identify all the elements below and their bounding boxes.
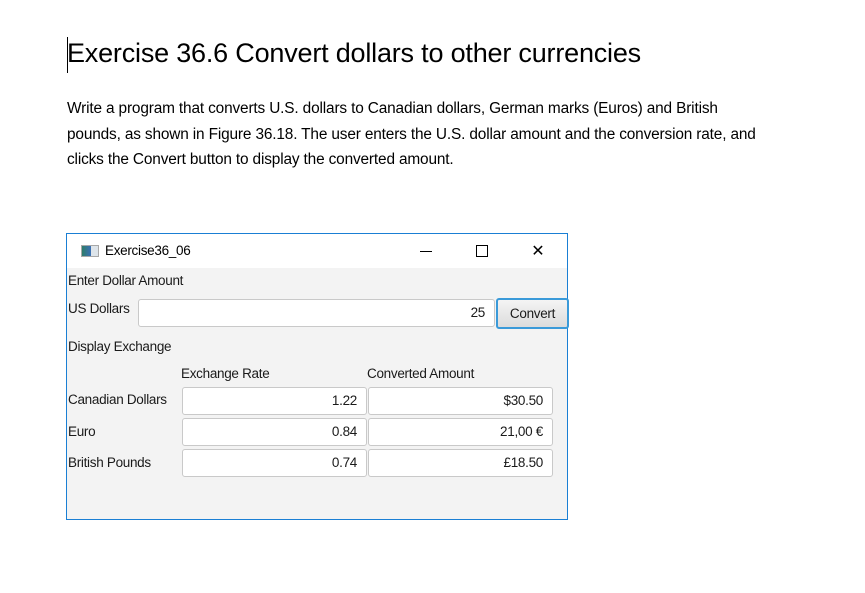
title-bar[interactable]: Exercise36_06 ✕ (67, 234, 567, 268)
description-line: Write a program that converts U.S. dolla… (67, 100, 718, 117)
currency-label: Canadian Dollars (68, 392, 167, 407)
window-title: Exercise36_06 (105, 243, 191, 258)
us-dollars-label: US Dollars (68, 301, 130, 316)
converted-amount-field[interactable]: $30.50 (368, 387, 553, 415)
close-button[interactable]: ✕ (515, 234, 561, 268)
exercise-description: Write a program that converts U.S. dolla… (67, 96, 857, 173)
app-window-icon (81, 245, 99, 257)
converted-amount-field[interactable]: £18.50 (368, 449, 553, 477)
rate-input[interactable]: 0.84 (182, 418, 367, 446)
description-line: clicks the Convert button to display the… (67, 151, 454, 168)
converted-amount-field[interactable]: 21,00 € (368, 418, 553, 446)
description-line: pounds, as shown in Figure 36.18. The us… (67, 125, 756, 143)
converted-amount-header: Converted Amount (367, 366, 475, 381)
minimize-icon (420, 250, 432, 252)
maximize-icon (476, 245, 488, 257)
exercise-heading: Exercise 36.6 Convert dollars to other c… (67, 38, 641, 68)
rate-input[interactable]: 1.22 (182, 387, 367, 415)
currency-label: British Pounds (68, 455, 151, 470)
minimize-button[interactable] (403, 234, 449, 268)
close-icon: ✕ (531, 243, 545, 260)
us-dollars-input[interactable]: 25 (138, 299, 495, 327)
app-window: Exercise36_06 ✕ Enter Dollar Amount US D… (66, 233, 569, 520)
enter-dollar-amount-label: Enter Dollar Amount (68, 273, 184, 288)
display-exchange-label: Display Exchange (68, 339, 172, 354)
maximize-button[interactable] (459, 234, 505, 268)
currency-label: Euro (68, 424, 96, 439)
exchange-rate-header: Exchange Rate (181, 366, 270, 381)
rate-input[interactable]: 0.74 (182, 449, 367, 477)
convert-button[interactable]: Convert (496, 298, 569, 329)
